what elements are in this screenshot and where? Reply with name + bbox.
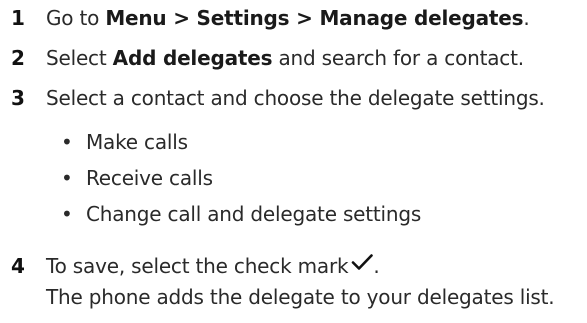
menu-path: Menu > Settings > Manage delegates <box>105 6 524 30</box>
step-suffix: . <box>523 6 530 30</box>
step-text: Select a contact and choose the delegate… <box>46 86 545 110</box>
bullet-icon: • <box>61 202 73 226</box>
step-number: 2 <box>11 46 25 70</box>
list-item-label: Change call and delegate settings <box>86 202 422 226</box>
step-text-main: To save, select the check mark <box>46 254 349 278</box>
step-text: Go to Menu > Settings > Manage delegates… <box>46 4 530 32</box>
bullet-icon: • <box>61 130 73 154</box>
step-number: 1 <box>11 6 25 30</box>
step-number: 3 <box>11 86 25 110</box>
add-delegates-label: Add delegates <box>112 46 273 70</box>
step-suffix: and search for a contact. <box>272 46 524 70</box>
list-item-label: Receive calls <box>86 166 213 190</box>
step-text: Select Add delegates and search for a co… <box>46 44 524 72</box>
list-item-label: Make calls <box>86 130 188 154</box>
step-text: To save, select the check mark. <box>46 252 380 280</box>
step-4-continuation: The phone adds the delegate to your dele… <box>46 285 555 309</box>
step-prefix: Select <box>46 46 113 70</box>
step-text-period: . <box>373 254 380 278</box>
bullet-icon: • <box>61 166 73 190</box>
check-icon <box>352 254 374 270</box>
step-prefix: Go to <box>46 6 106 30</box>
step-number: 4 <box>11 254 25 278</box>
